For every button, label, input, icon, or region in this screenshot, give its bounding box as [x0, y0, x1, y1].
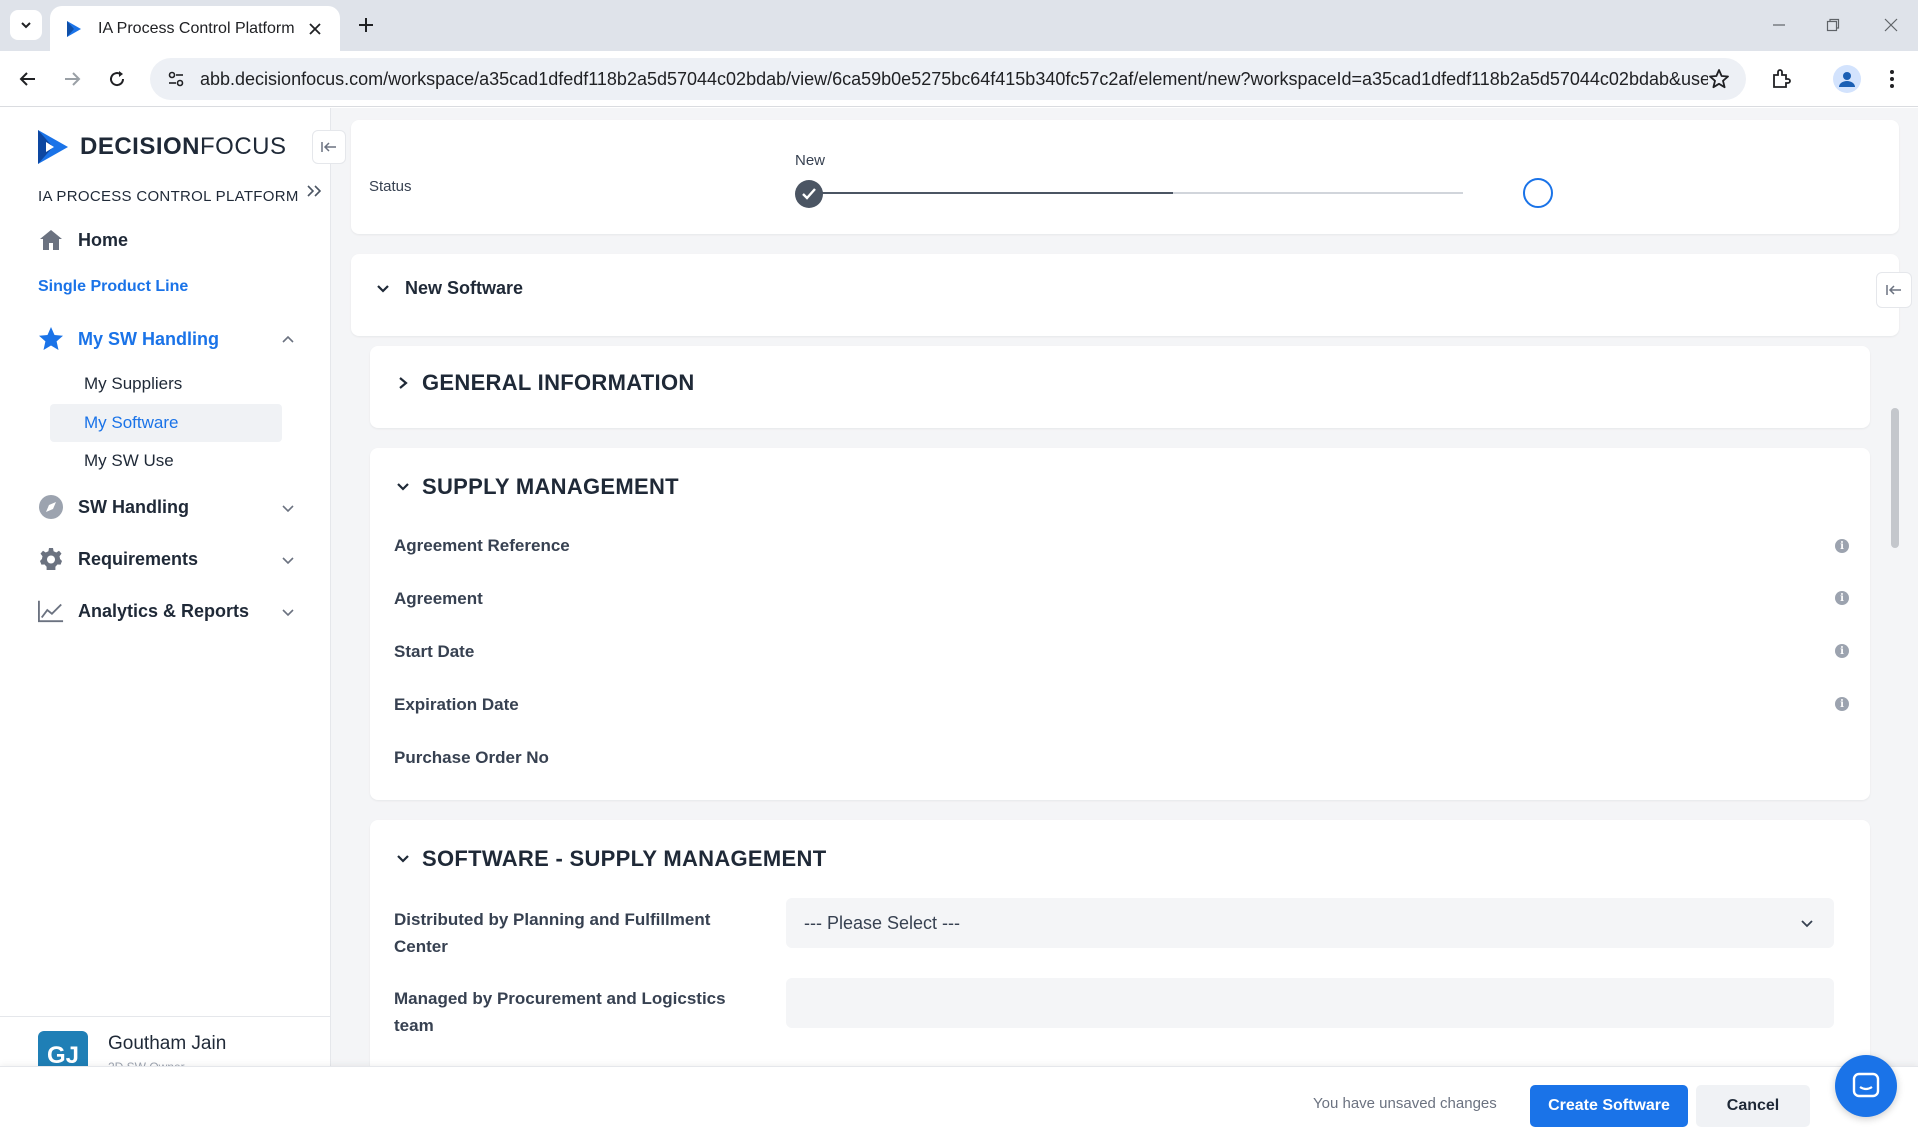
chevron-down-icon — [21, 22, 31, 29]
collapse-right-panel-button[interactable] — [1876, 272, 1912, 308]
profile-icon[interactable] — [1833, 65, 1861, 93]
chevron-down-icon[interactable] — [280, 604, 296, 620]
unsaved-changes-text: You have unsaved changes — [1313, 1095, 1497, 1112]
distributed-by-label: Distributed by Planning and Fulfillment … — [394, 910, 711, 956]
nav-analytics-reports[interactable]: Analytics & Reports — [38, 598, 249, 624]
form-title: New Software — [405, 278, 524, 298]
browser-toolbar: abb.decisionfocus.com/workspace/a35cad1d… — [0, 51, 1918, 107]
star-icon — [38, 326, 64, 352]
info-icon[interactable]: i — [1835, 644, 1849, 658]
brand-logo[interactable]: DECISIONFOCUS — [36, 128, 287, 166]
info-icon[interactable]: i — [1835, 539, 1849, 553]
chevron-down-icon[interactable] — [280, 552, 296, 568]
managed-by-field[interactable] — [786, 978, 1834, 1028]
browser-tab-bar: IA Process Control Platform — [0, 0, 1918, 51]
close-tab-icon[interactable] — [304, 18, 326, 40]
home-icon — [38, 227, 64, 253]
sidebar: DECISIONFOCUS IA PROCESS CONTROL PLATFOR… — [0, 108, 346, 1133]
general-information-toggle[interactable]: GENERAL INFORMATION — [394, 370, 695, 396]
minimize-icon[interactable] — [1766, 12, 1792, 38]
distributed-by-select[interactable]: --- Please Select --- — [786, 898, 1834, 948]
chevron-right-icon — [394, 374, 412, 392]
tab-title: IA Process Control Platform — [98, 19, 295, 37]
nav-home[interactable]: Home — [38, 227, 128, 253]
nav-my-sw-handling[interactable]: My SW Handling — [38, 326, 219, 352]
nav-requirements[interactable]: Requirements — [38, 546, 198, 572]
purchase-order-label: Purchase Order No — [394, 748, 549, 767]
brand-name: DECISIONFOCUS — [80, 133, 287, 160]
select-placeholder: --- Please Select --- — [804, 912, 961, 933]
line-chart-icon — [38, 598, 64, 624]
general-information-section: GENERAL INFORMATION — [370, 346, 1870, 428]
more-menu-icon[interactable] — [1878, 65, 1906, 93]
address-bar[interactable]: abb.decisionfocus.com/workspace/a35cad1d… — [150, 58, 1746, 100]
software-supply-management-toggle[interactable]: SOFTWARE - SUPPLY MANAGEMENT — [394, 846, 826, 872]
chevron-down-icon[interactable] — [280, 500, 296, 516]
supply-management-toggle[interactable]: SUPPLY MANAGEMENT — [394, 474, 679, 500]
gear-icon — [38, 546, 64, 572]
status-step-label: New — [795, 152, 826, 169]
status-step-next[interactable] — [1523, 178, 1553, 208]
status-progress-remaining — [1173, 192, 1463, 194]
nav-sw-handling[interactable]: SW Handling — [38, 494, 189, 520]
agreement-label: Agreement — [394, 589, 483, 608]
chevron-down-icon — [377, 284, 389, 293]
status-card: Status New — [351, 120, 1899, 234]
product-line-link[interactable]: Single Product Line — [38, 278, 188, 296]
back-icon[interactable] — [14, 65, 42, 93]
sub-item-my-sw-use[interactable]: My SW Use — [50, 442, 282, 480]
sub-item-my-suppliers[interactable]: My Suppliers — [50, 365, 282, 403]
section-title: GENERAL INFORMATION — [422, 370, 695, 395]
status-progress-done — [807, 192, 1173, 194]
status-step-complete[interactable] — [795, 180, 823, 208]
compass-icon — [38, 494, 64, 520]
chevron-up-icon[interactable] — [280, 332, 296, 348]
browser-tab[interactable]: IA Process Control Platform — [50, 6, 340, 51]
collapse-sidebar-button[interactable] — [312, 130, 346, 164]
managed-by-label: Managed by Procurement and Logicstics te… — [394, 989, 726, 1035]
decisionfocus-logo-icon — [38, 130, 68, 164]
chevron-down-icon — [1798, 914, 1816, 932]
start-date-label: Start Date — [394, 642, 475, 661]
chat-launcher-button[interactable] — [1835, 1055, 1897, 1117]
chat-icon — [1852, 1072, 1880, 1098]
new-tab-icon[interactable] — [352, 11, 380, 39]
tab-search-button[interactable] — [10, 10, 42, 40]
restore-icon[interactable] — [1820, 12, 1846, 38]
forward-icon[interactable] — [58, 65, 86, 93]
chevron-down-icon — [394, 850, 412, 868]
expiration-date-label: Expiration Date — [394, 695, 519, 714]
info-icon[interactable]: i — [1835, 697, 1849, 711]
reload-icon[interactable] — [103, 65, 131, 93]
new-software-header: New Software — [351, 254, 1899, 336]
cancel-button[interactable]: Cancel — [1696, 1085, 1810, 1127]
main-content: Status New New Software GENERAL INFORMAT… — [331, 108, 1918, 1133]
sub-item-my-software[interactable]: My Software — [50, 404, 282, 442]
user-name: Goutham Jain — [108, 1033, 227, 1054]
site-settings-icon[interactable] — [166, 69, 186, 89]
agreement-reference-label: Agreement Reference — [394, 536, 570, 555]
scrollbar[interactable] — [1891, 408, 1899, 548]
url-text: abb.decisionfocus.com/workspace/a35cad1d… — [200, 68, 1708, 89]
section-title: SUPPLY MANAGEMENT — [422, 474, 679, 499]
status-label: Status — [369, 178, 412, 195]
close-window-icon[interactable] — [1878, 12, 1904, 38]
create-software-button[interactable]: Create Software — [1530, 1085, 1688, 1127]
supply-management-section: SUPPLY MANAGEMENT Agreement Reference i … — [370, 448, 1870, 800]
checkmark-icon — [802, 188, 816, 200]
collapse-left-icon — [1886, 285, 1901, 295]
new-software-toggle[interactable]: New Software — [375, 278, 523, 299]
platform-title: IA PROCESS CONTROL PLATFORM — [38, 188, 299, 205]
expand-double-chevron-icon[interactable] — [306, 184, 322, 203]
collapse-left-icon — [321, 142, 336, 152]
form-footer: You have unsaved changes Create Software… — [0, 1066, 1918, 1133]
chevron-down-icon — [394, 478, 412, 496]
extensions-icon[interactable] — [1767, 65, 1795, 93]
bookmark-star-icon[interactable] — [1708, 68, 1730, 90]
favicon-icon — [67, 20, 81, 37]
info-icon[interactable]: i — [1835, 591, 1849, 605]
section-title: SOFTWARE - SUPPLY MANAGEMENT — [422, 846, 827, 871]
